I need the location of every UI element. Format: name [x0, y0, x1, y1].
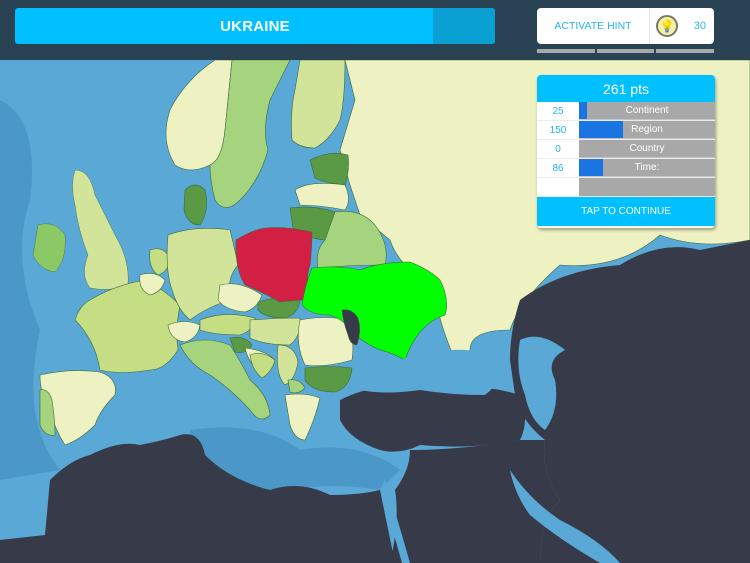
score-row-country: 0 Country	[537, 140, 715, 159]
score-value: 86	[537, 159, 579, 177]
score-panel: 261 pts 25 Continent 150 Region 0 Countr…	[537, 75, 715, 228]
target-country-name: UKRAINE	[220, 17, 290, 35]
activate-hint-label: ACTIVATE HINT	[554, 20, 632, 32]
score-value: 150	[537, 121, 579, 139]
score-label: Time:	[634, 162, 660, 173]
score-bar: Time:	[579, 159, 715, 177]
score-row-time: 86 Time:	[537, 159, 715, 178]
turkey-land	[340, 386, 525, 452]
score-value: 25	[537, 102, 579, 120]
hint-slot	[656, 49, 715, 53]
hint-slot	[596, 49, 655, 53]
score-bar: Continent	[579, 102, 715, 120]
country-austria[interactable]	[199, 314, 256, 336]
score-label: Country	[629, 143, 665, 154]
hint-slot	[537, 49, 595, 53]
score-label: Continent	[625, 105, 669, 116]
hint-slots	[537, 49, 715, 53]
score-bar: Country	[579, 140, 715, 158]
hint-divider	[649, 8, 650, 44]
hint-count: 30	[693, 20, 706, 32]
score-value: 0	[537, 140, 579, 158]
lightbulb-icon: 💡	[656, 15, 678, 37]
score-bar-empty	[579, 178, 715, 196]
black-sea	[352, 349, 501, 395]
target-country-bar[interactable]: UKRAINE	[15, 8, 495, 44]
score-row-region: 150 Region	[537, 121, 715, 140]
score-row-continent: 25 Continent	[537, 102, 715, 121]
total-points: 261 pts	[537, 75, 715, 102]
score-row-empty	[537, 178, 715, 197]
score-bar: Region	[579, 121, 715, 139]
country-hungary[interactable]	[249, 317, 301, 346]
tap-to-continue-button[interactable]: TAP TO CONTINUE	[537, 197, 715, 226]
activate-hint-button[interactable]: ACTIVATE HINT 💡 30	[537, 8, 714, 44]
score-label: Region	[631, 124, 663, 135]
score-value-empty	[537, 178, 579, 196]
